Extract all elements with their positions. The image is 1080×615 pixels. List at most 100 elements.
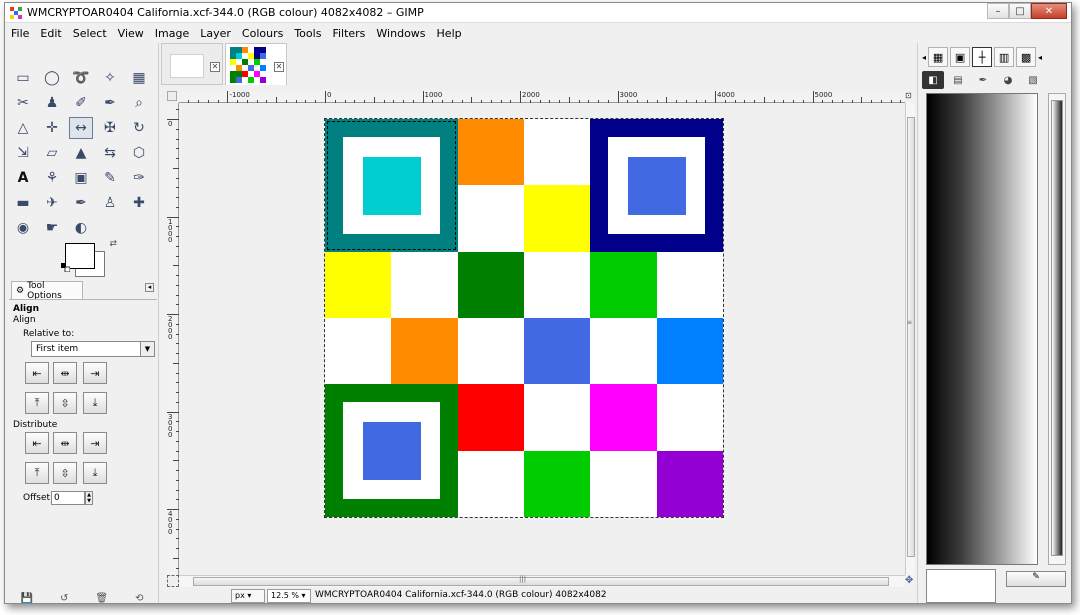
distribute-middle-button[interactable]: ⇳ <box>53 462 77 484</box>
tab-menu-icon[interactable]: ◂ <box>145 283 154 292</box>
channels-tab[interactable]: ▤ <box>947 71 969 89</box>
eraser-icon[interactable]: ▬ <box>11 192 35 214</box>
text-icon[interactable]: A <box>11 167 35 189</box>
align-icon[interactable]: ↔ <box>69 117 93 139</box>
paths-tab[interactable]: ✒ <box>972 71 994 89</box>
horizontal-scroll-thumb[interactable] <box>193 577 889 586</box>
ink-icon[interactable]: ✒ <box>69 192 93 214</box>
reset-options-icon[interactable]: ⟲ <box>135 593 143 604</box>
menu-help[interactable]: Help <box>437 27 462 40</box>
gradients-tab[interactable]: ┼ <box>972 47 993 67</box>
histogram-tab[interactable]: ▧ <box>1022 71 1044 89</box>
menu-filters[interactable]: Filters <box>332 27 365 40</box>
menu-windows[interactable]: Windows <box>376 27 425 40</box>
smudge-icon[interactable]: ☛ <box>40 217 64 239</box>
zoom-icon[interactable]: ⌕ <box>127 92 151 114</box>
zoom-to-window-icon[interactable]: ⊡ <box>905 91 915 103</box>
dock-left-arrow-icon[interactable]: ◂ <box>922 53 926 62</box>
scissors-icon[interactable]: ✂ <box>11 92 35 114</box>
layers-tab[interactable]: ◧ <box>922 71 944 89</box>
align-top-button[interactable]: ⤒ <box>25 392 49 414</box>
offset-spinner[interactable]: ▲ ▼ <box>85 491 93 505</box>
dock-scroll-thumb[interactable] <box>1051 100 1063 556</box>
dodge-burn-icon[interactable]: ◐ <box>69 217 93 239</box>
align-middle-button[interactable]: ⇳ <box>53 392 77 414</box>
pencil-icon[interactable]: ✎ <box>98 167 122 189</box>
align-right-button[interactable]: ⇥ <box>83 362 107 384</box>
rotate-icon[interactable]: ↻ <box>127 117 151 139</box>
measure-icon[interactable]: △ <box>11 117 35 139</box>
menu-layer[interactable]: Layer <box>200 27 231 40</box>
perspective-icon[interactable]: ▲ <box>69 142 93 164</box>
vertical-ruler[interactable]: 0 1000 2000 3000 4000 <box>167 103 179 575</box>
distribute-left-button[interactable]: ⇤ <box>25 432 49 454</box>
bucket-fill-icon[interactable]: ⚘ <box>40 167 64 189</box>
paintbrush-icon[interactable]: ✑ <box>127 167 151 189</box>
menu-edit[interactable]: Edit <box>40 27 61 40</box>
edit-gradient-button[interactable]: ✎ <box>1006 571 1066 587</box>
offset-input[interactable]: 0 <box>51 491 85 505</box>
image-tab-qr[interactable]: ✕ <box>225 43 287 85</box>
navigate-icon[interactable]: ✥ <box>905 575 917 587</box>
blur-icon[interactable]: ◉ <box>11 217 35 239</box>
crop-icon[interactable]: ✠ <box>98 117 122 139</box>
vertical-scrollbar[interactable]: ≡ <box>905 103 915 575</box>
menu-colours[interactable]: Colours <box>242 27 283 40</box>
palettes-tab[interactable]: ▩ <box>1016 47 1037 67</box>
brushes-tab[interactable]: ▣ <box>950 47 971 67</box>
airbrush-icon[interactable]: ✈ <box>40 192 64 214</box>
fuzzy-select-icon[interactable]: ✧ <box>98 67 122 89</box>
select-by-color-icon[interactable]: ▦ <box>127 67 151 89</box>
colormap-tab[interactable]: ◕ <box>997 71 1019 89</box>
distribute-right-button[interactable]: ⇥ <box>83 432 107 454</box>
distribute-top-button[interactable]: ⤒ <box>25 462 49 484</box>
dock-menu-icon[interactable]: ◂ <box>1038 53 1042 62</box>
image-tab-blank[interactable]: ✕ <box>161 43 223 85</box>
free-select-icon[interactable]: ➰ <box>69 67 93 89</box>
menu-file[interactable]: File <box>11 27 29 40</box>
horizontal-scrollbar[interactable]: ||| <box>179 575 905 587</box>
horizontal-ruler[interactable]: -1000 0 1000 2000 3000 4000 5000 <box>179 91 905 103</box>
relative-to-select[interactable]: First item ▼ <box>31 341 155 357</box>
menu-select[interactable]: Select <box>73 27 107 40</box>
heal-icon[interactable]: ✚ <box>127 192 151 214</box>
shear-icon[interactable]: ▱ <box>40 142 64 164</box>
close-icon[interactable]: ✕ <box>210 62 220 72</box>
gradient-editor-tab[interactable]: ▥ <box>994 47 1015 67</box>
menu-view[interactable]: View <box>118 27 144 40</box>
move-icon[interactable]: ✛ <box>40 117 64 139</box>
delete-options-icon[interactable]: 🗑 <box>95 593 108 604</box>
default-colors-icon[interactable] <box>61 263 70 272</box>
distribute-center-button[interactable]: ⇹ <box>53 432 77 454</box>
rect-select-icon[interactable]: ▭ <box>11 67 35 89</box>
align-bottom-button[interactable]: ⤓ <box>83 392 107 414</box>
flip-icon[interactable]: ⇆ <box>98 142 122 164</box>
align-left-button[interactable]: ⇤ <box>25 362 49 384</box>
restore-options-icon[interactable]: ↺ <box>60 593 68 604</box>
color-picker-icon[interactable]: ✒ <box>98 92 122 114</box>
distribute-bottom-button[interactable]: ⤓ <box>83 462 107 484</box>
scale-icon[interactable]: ⇲ <box>11 142 35 164</box>
ellipse-select-icon[interactable]: ◯ <box>40 67 64 89</box>
close-icon[interactable]: ✕ <box>274 62 284 72</box>
cage-icon[interactable]: ⬡ <box>127 142 151 164</box>
maximize-button[interactable]: □ <box>1009 3 1031 19</box>
zoom-select[interactable]: 12.5 % ▾ <box>267 589 311 603</box>
dock-scrollbar[interactable] <box>1048 93 1066 565</box>
save-options-icon[interactable]: 💾 <box>21 593 33 604</box>
close-button[interactable]: ✕ <box>1031 3 1067 19</box>
menu-tools[interactable]: Tools <box>294 27 321 40</box>
vertical-scroll-thumb[interactable] <box>907 117 915 557</box>
paths-icon[interactable]: ✐ <box>69 92 93 114</box>
blend-icon[interactable]: ▣ <box>69 167 93 189</box>
tab-tool-options[interactable]: ⚙ Tool Options <box>11 281 83 301</box>
swap-colors-icon[interactable]: ⇄ <box>109 239 117 249</box>
clone-icon[interactable]: ♙ <box>98 192 122 214</box>
minimize-button[interactable]: – <box>987 3 1009 19</box>
menu-image[interactable]: Image <box>155 27 189 40</box>
quick-mask-toggle[interactable] <box>167 575 179 587</box>
units-select[interactable]: px ▾ <box>231 589 265 603</box>
gradient-preview[interactable] <box>926 93 1038 565</box>
patterns-tab[interactable]: ▦ <box>928 47 949 67</box>
foreground-select-icon[interactable]: ♟ <box>40 92 64 114</box>
